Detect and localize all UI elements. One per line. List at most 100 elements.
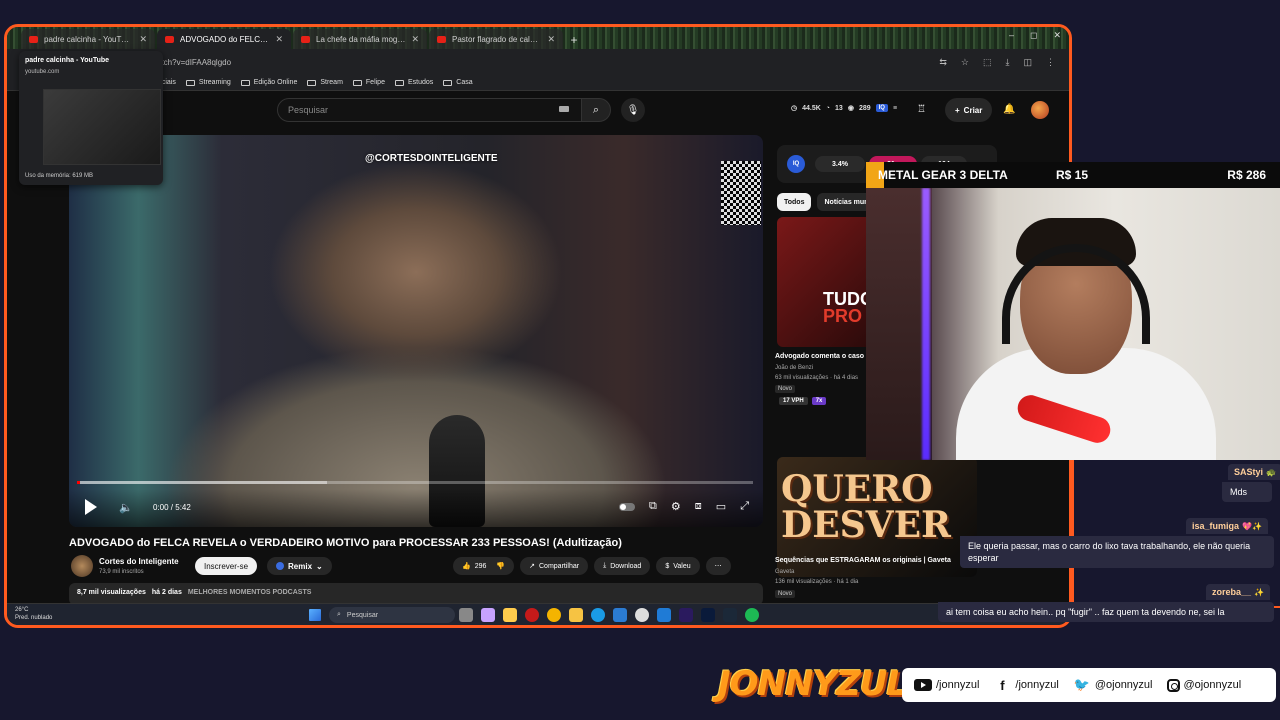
split-view-icon[interactable]: ◫: [1023, 57, 1032, 68]
channel-name[interactable]: Cortes do Inteligente: [99, 557, 179, 566]
search-button[interactable]: ⌕: [581, 98, 611, 122]
video-player[interactable]: @CORTESDOINTELIGENTE 🔈 0:00 / 5:42 ⧉ ⚙ ⧈…: [69, 135, 763, 527]
download-icon[interactable]: ⤓: [1006, 57, 1010, 68]
opera-icon[interactable]: [525, 608, 539, 622]
widgets-icon[interactable]: [481, 608, 495, 622]
tab-pastor-flagrado[interactable]: Pastor flagrado de calcinha e ✕: [429, 29, 563, 49]
time-display: 0:00 / 5:42: [153, 503, 191, 512]
settings-gear-icon[interactable]: ⚙: [671, 500, 681, 513]
bookmark-felipe[interactable]: Felipe: [352, 79, 385, 86]
recommended-title[interactable]: Advogado comenta o caso: [775, 353, 864, 360]
more-actions-button[interactable]: ⋯: [705, 557, 731, 575]
thumbs-up-icon: 👍: [462, 563, 471, 570]
notifications-bell-icon[interactable]: 🔔: [1003, 104, 1015, 115]
chip-todos[interactable]: Todos: [777, 193, 812, 211]
volume-icon[interactable]: 🔈: [119, 501, 133, 514]
taskbar-search[interactable]: ⌕ Pesquisar: [329, 607, 455, 623]
maximize-button[interactable]: ◻: [1030, 30, 1037, 41]
video-watermark: @CORTESDOINTELIGENTE: [365, 153, 498, 164]
create-button[interactable]: + Criar: [945, 98, 993, 122]
obs-icon[interactable]: [635, 608, 649, 622]
share-button[interactable]: ↗ Compartilhar: [520, 557, 589, 575]
bookmark-star-icon[interactable]: ☆: [961, 57, 969, 68]
weather-widget[interactable]: 26°C Pred. nublado: [15, 607, 52, 623]
recommended-thumbnail[interactable]: TUDO PRO: [777, 217, 873, 347]
task-view-icon[interactable]: [459, 608, 473, 622]
like-button[interactable]: 👍 296 👎: [453, 557, 515, 575]
channel-avatar[interactable]: [71, 555, 93, 577]
thanks-button[interactable]: $ Valeu: [656, 557, 700, 575]
menu-dots-icon[interactable]: ⋮: [1046, 57, 1055, 68]
description-box[interactable]: 8,7 mil visualizações há 2 dias MELHORES…: [69, 583, 763, 605]
folder-icon: [185, 79, 195, 86]
thanks-icon: $: [665, 562, 670, 570]
iq-badge[interactable]: IQ: [875, 104, 888, 112]
recommended-channel[interactable]: Gaveta: [775, 569, 794, 575]
progress-bar[interactable]: [77, 481, 753, 484]
close-tab-icon[interactable]: ✕: [139, 34, 147, 45]
share-label: Compartilhar: [539, 562, 580, 570]
subtitles-icon[interactable]: ⧉: [649, 500, 657, 513]
bookmark-estudos[interactable]: Estudos: [394, 79, 433, 86]
recommended-title[interactable]: Sequências que ESTRAGARAM os originais |…: [775, 557, 951, 564]
user-avatar[interactable]: [1031, 101, 1049, 119]
list-icon[interactable]: ≡: [893, 105, 897, 112]
keyboard-icon[interactable]: [559, 106, 569, 112]
autoplay-toggle[interactable]: [619, 502, 636, 511]
chrome-icon[interactable]: [547, 608, 561, 622]
voice-search-button[interactable]: 🎙: [621, 98, 645, 122]
spotify-icon[interactable]: [745, 608, 759, 622]
social-instagram[interactable]: @ojonnyzul: [1166, 678, 1241, 692]
tab-strip: padre calcinha - YouTube ✕ ADVOGADO do F…: [7, 27, 1069, 49]
folder-icon: [443, 79, 453, 86]
tab-chefe-mafia[interactable]: La chefe da máfia moge a Mal ✕: [293, 29, 427, 49]
close-tab-icon[interactable]: ✕: [275, 34, 283, 45]
bookmark-streaming[interactable]: Streaming: [185, 79, 231, 86]
close-window-button[interactable]: ✕: [1053, 30, 1061, 41]
view-count: 8,7 mil visualizações: [77, 589, 146, 596]
photoshop-icon[interactable]: [701, 608, 715, 622]
close-tab-icon[interactable]: ✕: [411, 34, 419, 45]
bookmark-edicao-online[interactable]: Edição Online: [240, 79, 297, 86]
close-tab-icon[interactable]: ✕: [547, 34, 555, 45]
tab-padre-calcinha[interactable]: padre calcinha - YouTube ✕: [21, 29, 155, 49]
tab-advogado-felca[interactable]: ADVOGADO do FELCA REVELA ✕: [157, 29, 291, 49]
recommended-channel[interactable]: João de Benzi: [775, 365, 813, 371]
fullscreen-icon[interactable]: ⤢: [740, 500, 749, 513]
edge-icon[interactable]: [591, 608, 605, 622]
trophy-icon[interactable]: ♖: [917, 104, 926, 115]
play-button[interactable]: [85, 499, 97, 515]
youtube-favicon-icon: [437, 35, 446, 43]
theater-mode-icon[interactable]: ▭: [716, 500, 726, 513]
goal-value-2: R$ 286: [1227, 168, 1266, 182]
copilot-icon[interactable]: [503, 608, 517, 622]
search-icon: ⌕: [337, 611, 341, 618]
file-explorer-icon[interactable]: [569, 608, 583, 622]
translate-icon[interactable]: ⇆: [939, 57, 947, 68]
remix-button[interactable]: Remix ⌄: [267, 557, 332, 575]
subscribe-button[interactable]: Inscrever-se: [195, 557, 258, 575]
photos-icon[interactable]: [657, 608, 671, 622]
thumbs-down-icon[interactable]: 👎: [496, 562, 505, 570]
outlook-icon[interactable]: [613, 608, 627, 622]
social-twitter[interactable]: 🐦 @ojonnyzul: [1073, 677, 1153, 692]
bookmark-casa[interactable]: Casa: [443, 79, 473, 86]
iq-icon[interactable]: IQ: [787, 155, 805, 173]
start-button[interactable]: [309, 609, 321, 621]
search-input[interactable]: Pesquisar: [277, 98, 585, 122]
download-button[interactable]: ⤓ Download: [594, 557, 651, 575]
buffer-bar: [77, 481, 328, 484]
steam-icon[interactable]: [723, 608, 737, 622]
miniplayer-icon[interactable]: ⧈: [695, 500, 702, 513]
url-field[interactable]: atch?v=dIFAA8qlgdo: [157, 58, 231, 67]
new-tab-button[interactable]: +: [565, 31, 583, 49]
premiere-icon[interactable]: [679, 608, 693, 622]
thumbnail-text-line: PRO: [823, 306, 863, 327]
social-youtube[interactable]: /jonnyzul: [914, 679, 979, 691]
minimize-button[interactable]: –: [1009, 30, 1014, 41]
filter-chips: Todos Notícias mun: [777, 193, 876, 211]
bookmark-stream[interactable]: Stream: [307, 79, 343, 86]
extensions-icon[interactable]: ⬚: [983, 57, 992, 68]
social-facebook[interactable]: f /jonnyzul: [993, 678, 1059, 693]
hashtag-link[interactable]: MELHORES MOMENTOS PODCASTS: [188, 589, 312, 599]
